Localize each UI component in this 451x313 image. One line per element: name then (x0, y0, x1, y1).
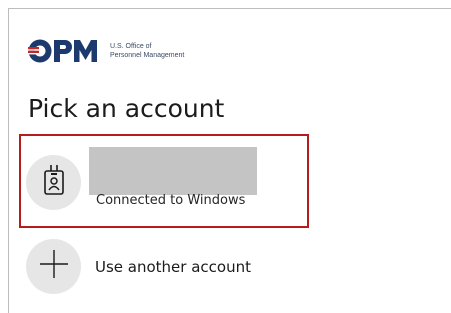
agency-name-line1: U.S. Office of (110, 43, 152, 50)
badge-icon (41, 164, 67, 201)
agency-name: U.S. Office of Personnel Management (110, 42, 184, 60)
account-avatar (26, 155, 81, 210)
account-status: Connected to Windows (96, 193, 246, 208)
opm-logo-mark (28, 38, 104, 64)
redacted-account-name (89, 147, 257, 195)
account-picker-page: U.S. Office of Personnel Management Pick… (0, 0, 451, 313)
plus-icon (39, 249, 69, 284)
use-another-account-label: Use another account (95, 258, 251, 276)
agency-name-line2: Personnel Management (110, 52, 185, 59)
page-title: Pick an account (28, 94, 225, 123)
opm-logo: U.S. Office of Personnel Management (28, 37, 184, 65)
add-account-avatar (26, 239, 81, 294)
